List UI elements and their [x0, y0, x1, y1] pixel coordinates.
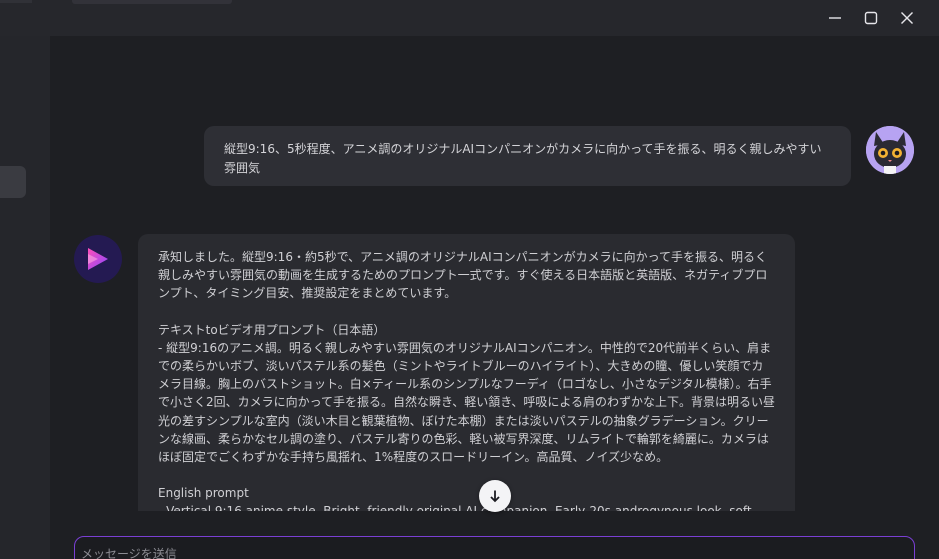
jp-prompt-body: - 縦型9:16のアニメ調。明るく親しみやすい雰囲気のオリジナルAIコンパニオン… — [158, 340, 775, 465]
close-icon — [901, 12, 913, 24]
close-button[interactable] — [892, 6, 922, 30]
message-input[interactable] — [81, 543, 908, 559]
title-bar — [0, 0, 939, 36]
sidebar — [0, 36, 50, 559]
title-bar-ghost — [0, 0, 32, 3]
cat-avatar-icon — [866, 126, 914, 174]
jp-prompt-heading: テキストtoビデオ用プロンプト（日本語） — [158, 322, 386, 337]
assistant-avatar — [74, 235, 122, 283]
user-avatar[interactable] — [866, 126, 914, 174]
en-prompt-heading: English prompt — [158, 486, 249, 501]
arrow-down-icon — [490, 490, 500, 503]
title-bar-ghost-tab — [72, 0, 232, 4]
maximize-icon — [864, 11, 878, 25]
scroll-to-bottom-button[interactable] — [479, 480, 511, 512]
en-prompt-body: - Vertical 9:16 anime style. Bright, fri… — [158, 502, 775, 511]
minimize-button[interactable] — [820, 6, 850, 30]
sidebar-item-selected[interactable] — [0, 166, 26, 198]
chat-area: 縦型9:16、5秒程度、アニメ調のオリジナルAIコンパニオンがカメラに向かって手… — [50, 36, 939, 559]
maximize-button[interactable] — [856, 6, 886, 30]
user-message-text: 縦型9:16、5秒程度、アニメ調のオリジナルAIコンパニオンがカメラに向かって手… — [224, 142, 822, 175]
user-message-bubble: 縦型9:16、5秒程度、アニメ調のオリジナルAIコンパニオンがカメラに向かって手… — [204, 126, 851, 186]
minimize-icon — [829, 17, 841, 19]
assistant-intro-text: 承知しました。縦型9:16・約5秒で、アニメ調のオリジナルAIコンパニオンがカメ… — [158, 250, 768, 301]
play-logo-icon — [88, 248, 108, 270]
message-composer — [74, 536, 915, 559]
assistant-message-bubble: 承知しました。縦型9:16・約5秒で、アニメ調のオリジナルAIコンパニオンがカメ… — [138, 234, 795, 511]
